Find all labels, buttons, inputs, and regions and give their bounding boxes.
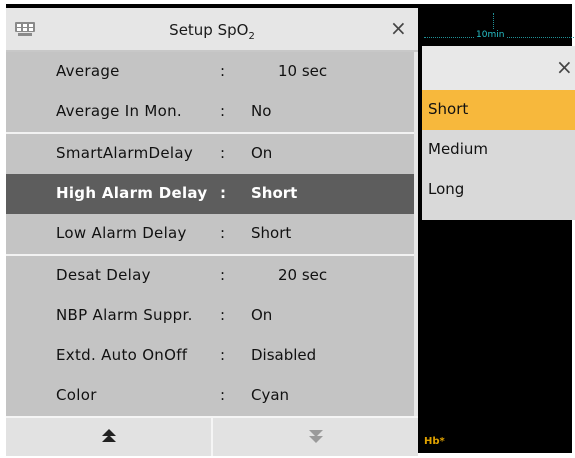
panel-footer — [6, 416, 418, 456]
page-down-button[interactable] — [213, 418, 418, 456]
setting-row-smart-alarm-delay[interactable]: SmartAlarmDelay : On — [6, 134, 414, 174]
panel-title: Setup SpO2 — [169, 21, 255, 42]
setting-row-average[interactable]: Average : 10 sec — [6, 52, 414, 92]
option-long[interactable]: Long — [422, 170, 575, 210]
time-scale-label: 10min — [474, 30, 507, 40]
wave-time-marker — [493, 13, 494, 29]
page-down-icon — [308, 430, 323, 443]
setting-row-high-alarm-delay[interactable]: High Alarm Delay : Short — [6, 174, 414, 214]
page-up-icon — [101, 429, 116, 442]
page-up-button[interactable] — [6, 418, 213, 456]
setup-spo2-panel: Setup SpO2 × Average : 10 sec Average In… — [6, 8, 418, 456]
option-short[interactable]: Short — [422, 90, 575, 130]
setting-row-color[interactable]: Color : Cyan — [6, 376, 414, 416]
dropdown-header: × — [422, 46, 575, 90]
setting-row-nbp-alarm-suppr[interactable]: NBP Alarm Suppr. : On — [6, 296, 414, 336]
hb-label: Hb* — [424, 436, 445, 447]
setting-row-extd-auto-onoff[interactable]: Extd. Auto OnOff : Disabled — [6, 336, 414, 376]
option-medium[interactable]: Medium — [422, 130, 575, 170]
setting-row-desat-delay[interactable]: Desat Delay : 20 sec — [6, 256, 414, 296]
scrollbar[interactable] — [414, 52, 418, 416]
close-button[interactable]: × — [390, 17, 407, 39]
alarm-delay-dropdown: × Short Medium Long — [422, 46, 575, 220]
dropdown-close-button[interactable]: × — [556, 56, 573, 78]
setting-row-average-in-mon[interactable]: Average In Mon. : No — [6, 92, 414, 132]
setting-row-low-alarm-delay[interactable]: Low Alarm Delay : Short — [6, 214, 414, 254]
panel-header: Setup SpO2 × — [6, 8, 418, 50]
